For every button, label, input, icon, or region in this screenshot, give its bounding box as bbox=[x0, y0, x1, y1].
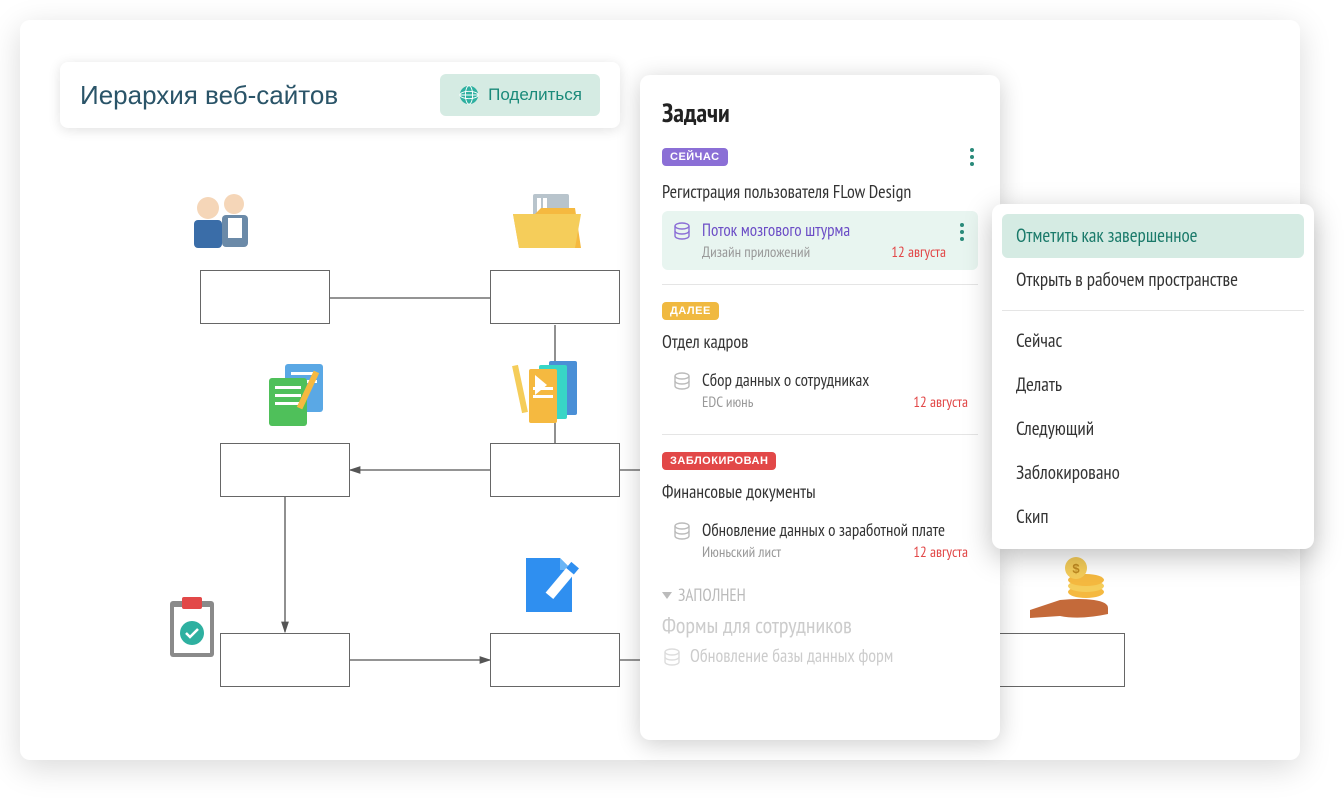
globe-icon bbox=[458, 84, 480, 106]
diagram-node[interactable] bbox=[995, 633, 1125, 687]
diagram-node[interactable] bbox=[200, 270, 330, 324]
context-menu: Отметить как завершенное Открыть в рабоч… bbox=[992, 204, 1314, 549]
task-sub: Дизайн приложений bbox=[702, 243, 810, 262]
documents-icon bbox=[255, 360, 339, 430]
share-button-label: Поделиться bbox=[488, 85, 582, 105]
task-group-title: Отдел кадров bbox=[662, 330, 978, 353]
task-kebab-menu[interactable] bbox=[956, 219, 968, 245]
folder-icon bbox=[505, 188, 589, 258]
database-icon bbox=[672, 221, 692, 241]
app-container: Иерархия веб-сайтов Поделиться bbox=[20, 20, 1300, 760]
task-group-title: Формы для сотрудников bbox=[662, 612, 978, 640]
task-name: Поток мозгового штурма bbox=[702, 219, 946, 241]
task-date: 12 августа bbox=[891, 243, 946, 262]
badge-blocked: ЗАБЛОКИРОВАН bbox=[662, 452, 776, 470]
task-sub: EDC июнь bbox=[702, 393, 753, 412]
menu-item-status-do[interactable]: Делать bbox=[1002, 363, 1304, 407]
chevron-down-icon bbox=[662, 592, 672, 599]
task-item[interactable]: Сбор данных о сотрудниках EDC июнь 12 ав… bbox=[662, 361, 978, 420]
tasks-title: Задачи bbox=[662, 97, 978, 130]
share-button[interactable]: Поделиться bbox=[440, 74, 600, 116]
menu-item-open-workspace[interactable]: Открыть в рабочем пространстве bbox=[1002, 258, 1304, 302]
task-name: Сбор данных о сотрудниках bbox=[702, 369, 968, 391]
task-item[interactable]: Обновление базы данных форм bbox=[662, 644, 978, 667]
menu-item-status-blocked[interactable]: Заблокировано bbox=[1002, 451, 1304, 495]
task-sub: Июньский лист bbox=[702, 543, 781, 562]
task-item[interactable]: Обновление данных о заработной плате Июн… bbox=[662, 511, 978, 570]
task-group-title: Регистрация пользователя FLow Design bbox=[662, 180, 978, 203]
money-hand-icon: $ bbox=[1020, 550, 1120, 630]
menu-item-status-skip[interactable]: Скип bbox=[1002, 495, 1304, 539]
completed-header[interactable]: ЗАПОЛНЕН bbox=[662, 584, 978, 606]
svg-text:$: $ bbox=[1072, 561, 1080, 576]
diagram-node[interactable] bbox=[490, 633, 620, 687]
diagram-node[interactable] bbox=[220, 443, 350, 497]
database-icon bbox=[672, 371, 692, 391]
task-name: Обновление базы данных форм bbox=[690, 644, 893, 667]
task-date: 12 августа bbox=[913, 543, 968, 562]
task-item[interactable]: Поток мозгового штурма Дизайн приложений… bbox=[662, 211, 978, 270]
menu-item-mark-complete[interactable]: Отметить как завершенное bbox=[1002, 214, 1304, 258]
task-name: Обновление данных о заработной плате bbox=[702, 519, 968, 541]
diagram-node[interactable] bbox=[220, 633, 350, 687]
menu-item-status-now[interactable]: Сейчас bbox=[1002, 319, 1304, 363]
diagram-node[interactable] bbox=[490, 270, 620, 324]
page-title: Иерархия веб-сайтов bbox=[80, 80, 338, 111]
database-icon bbox=[672, 521, 692, 541]
badge-now: СЕЙЧАС bbox=[662, 148, 728, 166]
diagram-node[interactable] bbox=[490, 443, 620, 497]
completed-label: ЗАПОЛНЕН bbox=[678, 584, 746, 606]
database-icon bbox=[662, 647, 682, 667]
tasks-panel: Задачи СЕЙЧАС Регистрация пользователя F… bbox=[640, 75, 1000, 740]
badge-next: ДАЛЕЕ bbox=[662, 302, 719, 320]
kebab-menu[interactable] bbox=[966, 144, 978, 170]
completed-section: ЗАПОЛНЕН Формы для сотрудников Обновлени… bbox=[662, 584, 978, 667]
books-icon bbox=[505, 355, 589, 425]
task-date: 12 августа bbox=[913, 393, 968, 412]
menu-item-status-next[interactable]: Следующий bbox=[1002, 407, 1304, 451]
task-group-title: Финансовые документы bbox=[662, 480, 978, 503]
edit-document-icon bbox=[512, 550, 596, 620]
people-icon bbox=[180, 190, 264, 260]
header-card: Иерархия веб-сайтов Поделиться bbox=[60, 62, 620, 128]
